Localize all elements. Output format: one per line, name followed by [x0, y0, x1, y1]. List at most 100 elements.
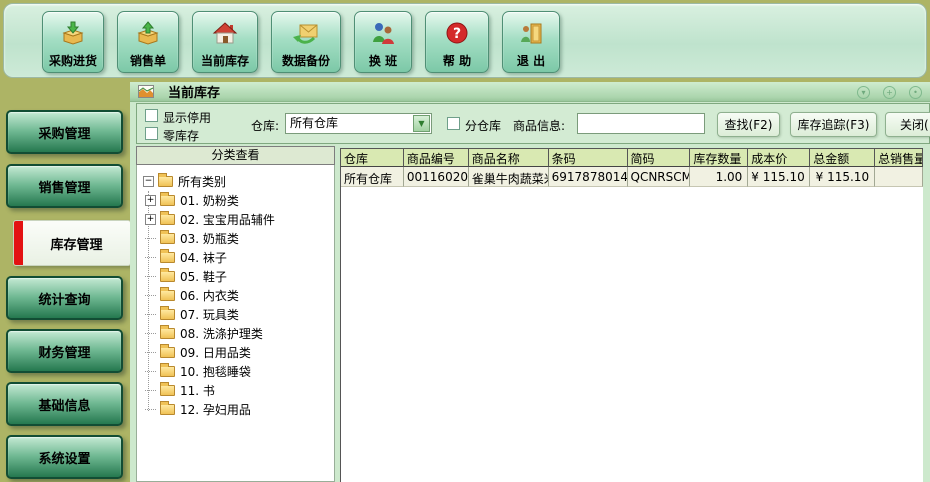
- product-info-input[interactable]: [577, 113, 705, 134]
- sidebar-item-base-info[interactable]: 基础信息: [6, 382, 123, 426]
- sidebar-item-sales-mgmt[interactable]: 销售管理: [6, 164, 123, 208]
- column-header-warehouse[interactable]: 仓库: [341, 149, 404, 167]
- tree-item[interactable]: + 02. 宝宝用品辅件: [137, 210, 334, 229]
- chevron-down-icon[interactable]: ▼: [413, 115, 430, 132]
- tree-item-label: 06. 内衣类: [180, 287, 239, 304]
- data-backup-button[interactable]: 数据备份: [271, 11, 341, 73]
- column-header-total-amount[interactable]: 总金额: [810, 149, 875, 167]
- exit-button[interactable]: 退 出: [502, 11, 560, 73]
- collapse-icon[interactable]: −: [143, 176, 154, 187]
- svg-text:?: ?: [453, 26, 461, 42]
- column-header-product-name[interactable]: 商品名称: [469, 149, 549, 167]
- category-tree-panel: 分类查看 − 所有类别 + 01. 奶粉类 + 02.: [136, 146, 335, 482]
- folder-icon: [160, 233, 175, 244]
- people-icon: [370, 15, 396, 53]
- expand-icon[interactable]: +: [145, 214, 156, 225]
- show-disabled-checkbox[interactable]: [145, 109, 158, 122]
- window-expand-icon[interactable]: +: [883, 86, 896, 99]
- tree-item[interactable]: 03. 奶瓶类: [137, 229, 334, 248]
- sidebar-item-system-settings[interactable]: 系统设置: [6, 435, 123, 479]
- tree-item[interactable]: 11. 书: [137, 381, 334, 400]
- tree-connector: [145, 257, 156, 258]
- tree-connector: [145, 276, 156, 277]
- window-minimize-icon[interactable]: ▾: [857, 86, 870, 99]
- sidebar-item-label: 采购管理: [38, 123, 90, 142]
- purchase-inbound-button[interactable]: 采购进货: [42, 11, 104, 73]
- warehouse-select[interactable]: 所有仓库 ▼: [285, 113, 432, 134]
- zero-stock-checkbox[interactable]: [145, 127, 158, 140]
- tree-item-root[interactable]: − 所有类别: [137, 172, 334, 191]
- expand-icon[interactable]: +: [145, 195, 156, 206]
- tree-item[interactable]: + 01. 奶粉类: [137, 191, 334, 210]
- find-button-label: 查找(F2): [725, 116, 773, 133]
- tree-item[interactable]: 05. 鞋子: [137, 267, 334, 286]
- cell-short-code: QCNRSCMF: [628, 167, 691, 187]
- window-close-icon[interactable]: •: [909, 86, 922, 99]
- current-inventory-button[interactable]: 当前库存: [192, 11, 258, 73]
- tree-children: + 01. 奶粉类 + 02. 宝宝用品辅件 03. 奶瓶类: [137, 191, 334, 419]
- inventory-track-button[interactable]: 库存追踪(F3): [790, 112, 877, 137]
- table-header-row: 仓库 商品编号 商品名称 条码 简码 库存数量 成本价 总金额 总销售量: [341, 149, 923, 167]
- close-button[interactable]: 关闭(: [885, 112, 930, 137]
- column-header-short-code[interactable]: 简码: [628, 149, 691, 167]
- sidebar-item-statistics-query[interactable]: 统计查询: [6, 276, 123, 320]
- zero-stock-label: 零库存: [163, 127, 199, 144]
- tree-item-label: 07. 玩具类: [180, 306, 239, 323]
- toolbar-button-label: 当前库存: [201, 53, 249, 69]
- filter-bar: 显示停用 零库存 仓库: 所有仓库 ▼ 分仓库 商品信息: 查找(F2) 库存追…: [136, 103, 930, 144]
- folder-icon: [160, 214, 175, 225]
- folder-icon: [160, 404, 175, 415]
- tree-item[interactable]: 12. 孕妇用品: [137, 400, 334, 419]
- shift-change-button[interactable]: 换 班: [354, 11, 412, 73]
- sidebar-item-finance-mgmt[interactable]: 财务管理: [6, 329, 123, 373]
- tree-item[interactable]: 06. 内衣类: [137, 286, 334, 305]
- folder-icon: [160, 271, 175, 282]
- help-button[interactable]: ? 帮 助: [425, 11, 489, 73]
- sidebar-item-purchase-mgmt[interactable]: 采购管理: [6, 110, 123, 154]
- cell-product-name: 雀巢牛肉蔬菜米: [469, 167, 549, 187]
- column-header-product-id[interactable]: 商品编号: [404, 149, 469, 167]
- toolbar-button-label: 帮 助: [443, 53, 471, 69]
- folder-icon: [160, 347, 175, 358]
- show-disabled-label: 显示停用: [163, 109, 211, 126]
- column-header-total-sales[interactable]: 总销售量: [875, 149, 923, 167]
- tree-item[interactable]: 08. 洗涤护理类: [137, 324, 334, 343]
- sidebar-item-inventory-mgmt[interactable]: 库存管理: [13, 220, 131, 266]
- category-tree-header: 分类查看: [136, 146, 335, 165]
- tree-item-label: 11. 书: [180, 382, 215, 399]
- folder-icon: [160, 309, 175, 320]
- tree-item-label: 04. 袜子: [180, 249, 227, 266]
- tree-item[interactable]: 04. 袜子: [137, 248, 334, 267]
- help-question-icon: ?: [444, 15, 470, 53]
- sidebar-item-label: 销售管理: [38, 177, 90, 196]
- cell-barcode: 6917878014333: [549, 167, 628, 187]
- column-header-barcode[interactable]: 条码: [549, 149, 628, 167]
- inventory-track-button-label: 库存追踪(F3): [798, 116, 870, 133]
- cell-total-sales: [875, 167, 923, 187]
- tree-item-label: 03. 奶瓶类: [180, 230, 239, 247]
- column-header-cost-price[interactable]: 成本价: [748, 149, 810, 167]
- toolbar-buttons: 采购进货 销售单: [42, 11, 560, 73]
- sales-order-button[interactable]: 销售单: [117, 11, 179, 73]
- inventory-table: 仓库 商品编号 商品名称 条码 简码 库存数量 成本价 总金额 总销售量 所有仓…: [340, 148, 923, 482]
- find-button[interactable]: 查找(F2): [717, 112, 780, 137]
- tree-connector: [145, 390, 156, 391]
- close-button-label: 关闭(: [900, 116, 929, 133]
- table-row[interactable]: 所有仓库 00116020 雀巢牛肉蔬菜米 6917878014333 QCNR…: [341, 167, 923, 187]
- folder-icon: [160, 290, 175, 301]
- panel-title-bar: 当前库存 ▾ + •: [130, 82, 930, 102]
- tree-connector: [145, 409, 156, 410]
- folder-icon: [160, 328, 175, 339]
- sidebar-item-label: 系统设置: [38, 448, 90, 467]
- folder-icon: [158, 176, 173, 187]
- column-header-quantity[interactable]: 库存数量: [690, 149, 748, 167]
- main-toolbar: 采购进货 销售单: [3, 3, 927, 78]
- tree-connector: [145, 371, 156, 372]
- tree-item[interactable]: 07. 玩具类: [137, 305, 334, 324]
- split-warehouse-checkbox[interactable]: [447, 117, 460, 130]
- tree-item[interactable]: 10. 抱毯睡袋: [137, 362, 334, 381]
- box-arrow-up-icon: [135, 15, 161, 53]
- cell-cost-price: ¥ 115.10: [748, 167, 810, 187]
- tree-item[interactable]: 09. 日用品类: [137, 343, 334, 362]
- tree-connector: [145, 314, 156, 315]
